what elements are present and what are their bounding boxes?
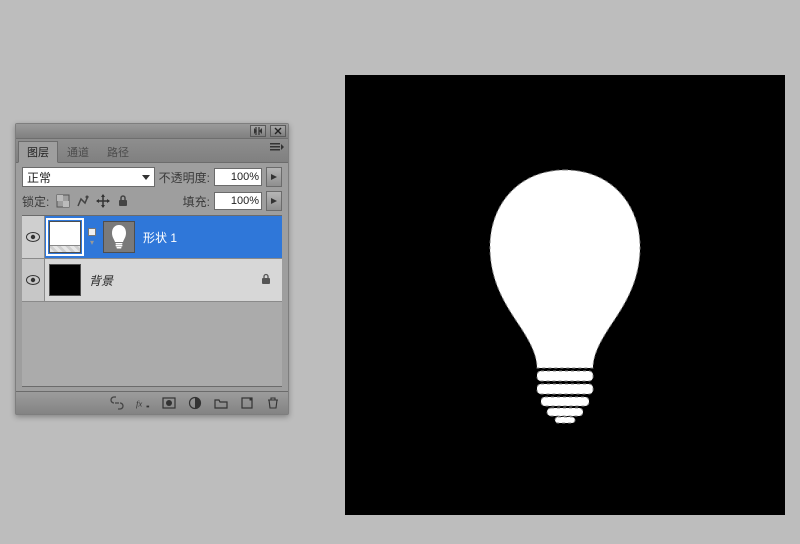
opacity-input[interactable]: 100% bbox=[214, 168, 262, 186]
chevron-down-icon bbox=[142, 175, 150, 180]
panel-menu-button[interactable] bbox=[270, 142, 284, 152]
new-group-button[interactable] bbox=[212, 395, 230, 411]
layer-shape-1[interactable]: ▾ 形状 1 bbox=[22, 216, 282, 259]
blend-mode-value: 正常 bbox=[27, 169, 51, 186]
tab-layers[interactable]: 图层 bbox=[18, 141, 58, 163]
panel-tabs: 图层 通道 路径 bbox=[16, 139, 288, 163]
layer-name: 背景 bbox=[89, 272, 113, 289]
lock-icon bbox=[260, 273, 272, 288]
fill-label: 填充: bbox=[183, 193, 210, 210]
layer-thumbnail[interactable] bbox=[49, 264, 81, 296]
link-icon: ▾ bbox=[87, 228, 97, 247]
collapse-button[interactable] bbox=[250, 125, 266, 137]
lock-position-icon[interactable] bbox=[95, 193, 111, 209]
layer-background[interactable]: 背景 bbox=[22, 259, 282, 302]
fill-slider-button[interactable] bbox=[266, 191, 282, 211]
vector-mask-thumbnail[interactable] bbox=[103, 221, 135, 253]
adjustment-layer-button[interactable] bbox=[186, 395, 204, 411]
lock-all-icon[interactable] bbox=[115, 193, 131, 209]
blend-mode-select[interactable]: 正常 bbox=[22, 167, 155, 187]
link-layers-button[interactable] bbox=[108, 395, 126, 411]
layer-fx-button[interactable]: fx bbox=[134, 395, 152, 411]
panel-footer: fx bbox=[16, 391, 288, 414]
fill-input[interactable]: 100% bbox=[214, 192, 262, 210]
close-button[interactable] bbox=[270, 125, 286, 137]
layer-list: ▾ 形状 1 bbox=[22, 215, 282, 387]
layer-name: 形状 1 bbox=[143, 229, 177, 246]
layers-panel: 图层 通道 路径 正常 不透明度: 100% 锁定: bbox=[15, 123, 289, 415]
opacity-label: 不透明度: bbox=[159, 169, 210, 186]
layer-mask-button[interactable] bbox=[160, 395, 178, 411]
svg-text:fx: fx bbox=[136, 399, 142, 409]
layer-fill-thumbnail[interactable] bbox=[49, 221, 81, 253]
visibility-toggle[interactable] bbox=[22, 216, 45, 258]
visibility-toggle[interactable] bbox=[22, 259, 45, 301]
canvas[interactable] bbox=[345, 75, 785, 515]
panel-body: 正常 不透明度: 100% 锁定: bbox=[16, 163, 288, 391]
new-layer-button[interactable] bbox=[238, 395, 256, 411]
delete-layer-button[interactable] bbox=[264, 395, 282, 411]
tab-channels[interactable]: 通道 bbox=[58, 141, 98, 162]
opacity-slider-button[interactable] bbox=[266, 167, 282, 187]
tab-paths[interactable]: 路径 bbox=[98, 141, 138, 162]
lock-label: 锁定: bbox=[22, 193, 49, 210]
lock-transparency-icon[interactable] bbox=[55, 193, 71, 209]
lock-pixels-icon[interactable] bbox=[75, 193, 91, 209]
lightbulb-shape bbox=[475, 165, 655, 425]
panel-titlebar[interactable] bbox=[16, 124, 288, 139]
